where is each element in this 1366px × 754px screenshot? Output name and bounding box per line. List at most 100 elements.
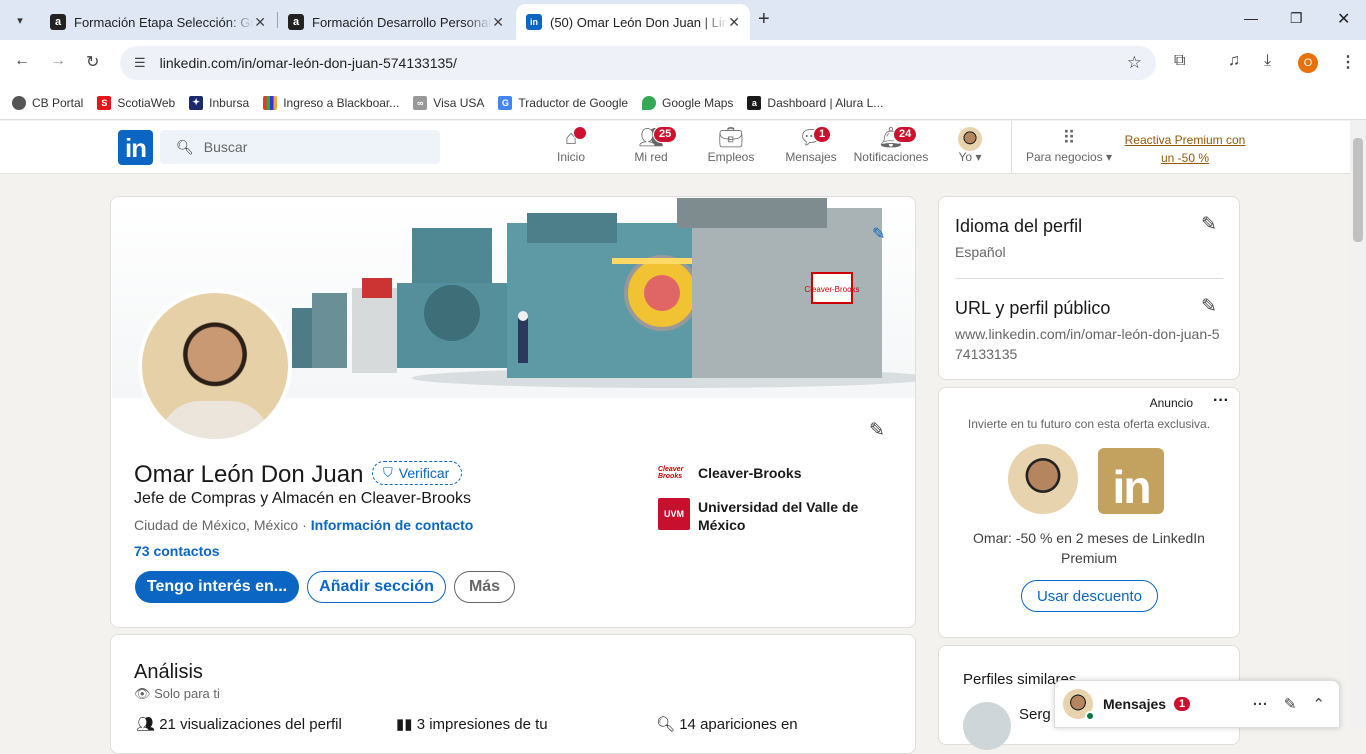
eye-icon: 👁︎ bbox=[134, 686, 155, 701]
close-tab-icon[interactable]: ✕ bbox=[492, 14, 504, 31]
minimize-icon[interactable]: — bbox=[1244, 10, 1258, 26]
nav-messaging[interactable]: 💬︎ 1 Mensajes bbox=[771, 126, 851, 164]
bookmark-inbursa[interactable]: ✦ Inbursa bbox=[189, 95, 249, 110]
tab-search-button[interactable]: ▾ bbox=[8, 8, 32, 32]
more-options-icon[interactable]: ··· bbox=[1253, 696, 1268, 713]
download-icon[interactable]: ⤓ bbox=[1264, 52, 1271, 70]
briefcase-icon: 💼︎ bbox=[718, 127, 744, 149]
site-settings-icon[interactable]: ☰ bbox=[134, 55, 146, 71]
bookmark-blackboard[interactable]: Ingreso a Blackboar... bbox=[263, 95, 399, 110]
tab-title: (50) Omar León Don Juan | Link bbox=[550, 14, 729, 30]
bookmark-alura[interactable]: a Dashboard | Alura L... bbox=[747, 95, 883, 110]
restore-icon[interactable]: ❐ bbox=[1290, 10, 1303, 27]
edit-language-icon[interactable]: ✎ bbox=[1201, 213, 1217, 236]
add-section-button[interactable]: Añadir sección bbox=[307, 571, 446, 603]
bookmarks-bar: CB Portal S ScotiaWeb ✦ Inbursa Ingreso a … bbox=[0, 86, 1366, 120]
profile-card: Cleaver-Brooks ✎ ✎ Omar León Don Juan ⛉ … bbox=[110, 196, 916, 628]
bookmark-google-maps[interactable]: Google Maps bbox=[642, 95, 733, 110]
ad-avatar bbox=[1008, 444, 1078, 514]
ad-tagline: Invierte en tu futuro con esta oferta ex… bbox=[967, 417, 1211, 431]
banner-brand-text: Cleaver-Brooks bbox=[804, 285, 859, 294]
bookmark-cb-portal[interactable]: CB Portal bbox=[12, 95, 83, 110]
search-input[interactable]: 🔍︎ Buscar bbox=[160, 130, 440, 164]
new-tab-icon[interactable]: + bbox=[758, 8, 770, 31]
search-icon: 🔍︎ bbox=[656, 716, 680, 733]
bookmark-visa-usa[interactable]: ∞ Visa USA bbox=[413, 95, 484, 110]
education-school[interactable]: UVM Universidad del Valle de México bbox=[658, 498, 868, 534]
nav-my-network[interactable]: 👥︎ 25 Mi red bbox=[611, 126, 691, 164]
connections-link[interactable]: 73 contactos bbox=[134, 543, 220, 559]
blackboard-icon bbox=[263, 95, 278, 110]
address-bar[interactable]: ☰ linkedin.com/in/omar-león-don-juan-574… bbox=[120, 46, 1156, 80]
edit-public-url-icon[interactable]: ✎ bbox=[1201, 295, 1217, 318]
analytics-card: Análisis 👁︎ Solo para ti 👥︎ 21 visualiza… bbox=[110, 634, 916, 754]
avatar[interactable] bbox=[963, 702, 1011, 750]
chevron-up-icon[interactable]: ⌃ bbox=[1312, 695, 1325, 713]
profile-photo[interactable] bbox=[138, 289, 292, 443]
extensions-icon[interactable]: ⧉ bbox=[1174, 52, 1185, 70]
linkedin-logo-icon[interactable]: in bbox=[118, 130, 153, 165]
browser-tab-2[interactable]: a Formación Desarrollo Personal ✕ bbox=[278, 4, 514, 40]
use-discount-button[interactable]: Usar descuento bbox=[1021, 580, 1158, 612]
nav-jobs[interactable]: 💼︎ Empleos bbox=[691, 126, 771, 164]
more-options-icon[interactable]: ··· bbox=[1213, 392, 1229, 410]
media-control-icon[interactable]: ♫ bbox=[1228, 52, 1240, 70]
chat-icon: 💬︎ 1 bbox=[771, 126, 851, 150]
edit-banner-icon[interactable]: ✎ bbox=[872, 224, 885, 244]
browser-tab-strip: ▾ a Formación Etapa Selección: Gru ✕ a F… bbox=[0, 0, 1366, 40]
linkedin-favicon-icon: in bbox=[526, 14, 542, 30]
url-text[interactable]: linkedin.com/in/omar-león-don-juan-57413… bbox=[160, 55, 457, 71]
chevron-down-icon: ▾ bbox=[972, 150, 982, 164]
open-to-button[interactable]: Tengo interés en... bbox=[135, 571, 299, 603]
bookmark-scotiaweb[interactable]: S ScotiaWeb bbox=[97, 95, 175, 110]
alura-icon: a bbox=[747, 95, 762, 110]
reactivate-premium-link[interactable]: Reactiva Premium con un -50 % bbox=[1120, 131, 1250, 167]
browser-menu-icon[interactable]: ⋮ bbox=[1340, 52, 1356, 72]
contact-info-link[interactable]: Información de contacto bbox=[311, 517, 474, 533]
scrollbar-thumb[interactable] bbox=[1353, 138, 1363, 242]
metric-search-appearances[interactable]: 🔍︎ 14 apariciones en bbox=[656, 715, 798, 733]
analytics-subtitle: 👁︎ Solo para ti bbox=[134, 686, 220, 701]
uvm-logo: UVM bbox=[658, 498, 690, 530]
messaging-bar[interactable]: Mensajes 1 ··· ✎ ⌃ bbox=[1054, 680, 1340, 728]
close-tab-icon[interactable]: ✕ bbox=[728, 14, 740, 31]
back-icon[interactable]: ← bbox=[14, 52, 30, 70]
scotiabank-icon: S bbox=[97, 95, 112, 110]
experience-current-company[interactable]: Cleaver Brooks Cleaver-Brooks bbox=[658, 465, 802, 481]
premium-ad-card: Anuncio ··· Invierte en tu futuro con es… bbox=[938, 387, 1240, 638]
edit-intro-icon[interactable]: ✎ bbox=[869, 419, 885, 442]
linkedin-premium-logo-icon: in bbox=[1098, 448, 1164, 514]
forward-icon[interactable]: → bbox=[50, 52, 66, 70]
profile-avatar[interactable]: O bbox=[1298, 53, 1318, 73]
nav-me[interactable]: Yo ▾ bbox=[930, 126, 1010, 164]
metric-profile-views[interactable]: 👥︎ 21 visualizaciones del perfil bbox=[136, 715, 342, 733]
verify-button[interactable]: ⛉ Verificar bbox=[372, 461, 463, 485]
similar-profile-name[interactable]: Serg bbox=[1019, 706, 1051, 723]
avatar bbox=[1063, 689, 1095, 721]
ad-label: Anuncio bbox=[1149, 396, 1193, 410]
analytics-title: Análisis bbox=[134, 661, 203, 683]
public-url-title: URL y perfil público bbox=[955, 298, 1111, 318]
metric-post-impressions[interactable]: ▮▮ 3 impresiones de tu bbox=[396, 715, 548, 733]
close-window-icon[interactable]: ✕ bbox=[1337, 9, 1350, 29]
bell-icon: 🔔︎ 24 bbox=[851, 126, 931, 150]
profile-settings-card: Idioma del perfil ✎ Español URL y perfil… bbox=[938, 196, 1240, 380]
profile-name: Omar León Don Juan bbox=[134, 461, 364, 488]
home-icon: ⌂ bbox=[531, 126, 611, 150]
bookmark-translate[interactable]: G Traductor de Google bbox=[498, 95, 628, 110]
more-button[interactable]: Más bbox=[454, 571, 515, 603]
nav-for-business[interactable]: ⠿ Para negocios ▾ bbox=[1024, 126, 1114, 164]
compose-icon[interactable]: ✎ bbox=[1284, 695, 1297, 713]
browser-tab-1[interactable]: a Formación Etapa Selección: Gru ✕ bbox=[40, 4, 276, 40]
map-pin-icon bbox=[642, 95, 657, 110]
bookmark-star-icon[interactable]: ☆ bbox=[1127, 53, 1142, 73]
globe-icon bbox=[12, 95, 26, 110]
alura-favicon-icon: a bbox=[50, 14, 66, 30]
nav-home[interactable]: ⌂ Inicio bbox=[531, 126, 611, 164]
profile-language-value: Español bbox=[955, 244, 1006, 260]
nav-notifications[interactable]: 🔔︎ 24 Notificaciones bbox=[851, 126, 931, 164]
messaging-label: Mensajes bbox=[1103, 696, 1167, 712]
close-tab-icon[interactable]: ✕ bbox=[254, 14, 266, 31]
browser-tab-3-active[interactable]: in (50) Omar León Don Juan | Link ✕ bbox=[516, 4, 750, 40]
reload-icon[interactable]: ↻ bbox=[86, 52, 99, 72]
